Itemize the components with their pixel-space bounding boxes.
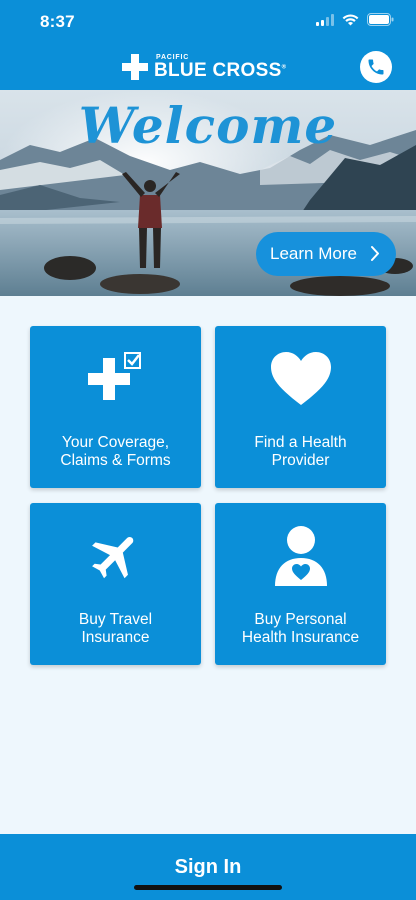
- tile-label: Buy Personal Health Insurance: [241, 611, 360, 646]
- logo-cross-icon: [122, 54, 148, 80]
- phone-button[interactable]: [360, 51, 392, 83]
- status-icons: [316, 13, 394, 26]
- welcome-title: Welcome: [78, 96, 338, 155]
- heart-icon: [270, 352, 331, 405]
- logo-big-text: BLUE CROSS®: [154, 60, 287, 81]
- status-bar: 8:37: [0, 0, 416, 44]
- chevron-right-icon: [371, 246, 379, 261]
- status-time: 8:37: [40, 12, 75, 31]
- tile-buy-travel-insurance[interactable]: Buy Travel Insurance: [30, 503, 201, 665]
- phone-icon: [368, 59, 384, 75]
- signal-icon: [316, 13, 334, 26]
- tile-label: Buy Travel Insurance: [78, 611, 153, 646]
- tile-label: Your Coverage, Claims & Forms: [60, 434, 171, 469]
- airplane-icon: [91, 537, 133, 579]
- person-heart-icon: [274, 526, 327, 586]
- welcome-banner: Welcome Learn More: [0, 90, 416, 296]
- learn-more-label: Learn More: [270, 244, 357, 263]
- tile-buy-personal-health-insurance[interactable]: Buy Personal Health Insurance: [215, 503, 386, 665]
- tile-coverage-claims-forms[interactable]: Your Coverage, Claims & Forms: [30, 326, 201, 488]
- wifi-icon: [342, 14, 359, 25]
- home-indicator[interactable]: [134, 885, 282, 890]
- tile-find-health-provider[interactable]: Find a Health Provider: [215, 326, 386, 488]
- nav-bar: PACIFIC BLUE CROSS®: [0, 44, 416, 90]
- cross-check-icon: [87, 352, 141, 400]
- battery-icon: [367, 13, 394, 26]
- sign-in-label: Sign In: [174, 856, 242, 878]
- sign-in-button[interactable]: Sign In: [0, 834, 416, 900]
- learn-more-button[interactable]: Learn More: [256, 232, 396, 276]
- pacific-blue-cross-logo: PACIFIC BLUE CROSS®: [122, 52, 294, 82]
- tile-label: Find a Health Provider: [254, 434, 347, 469]
